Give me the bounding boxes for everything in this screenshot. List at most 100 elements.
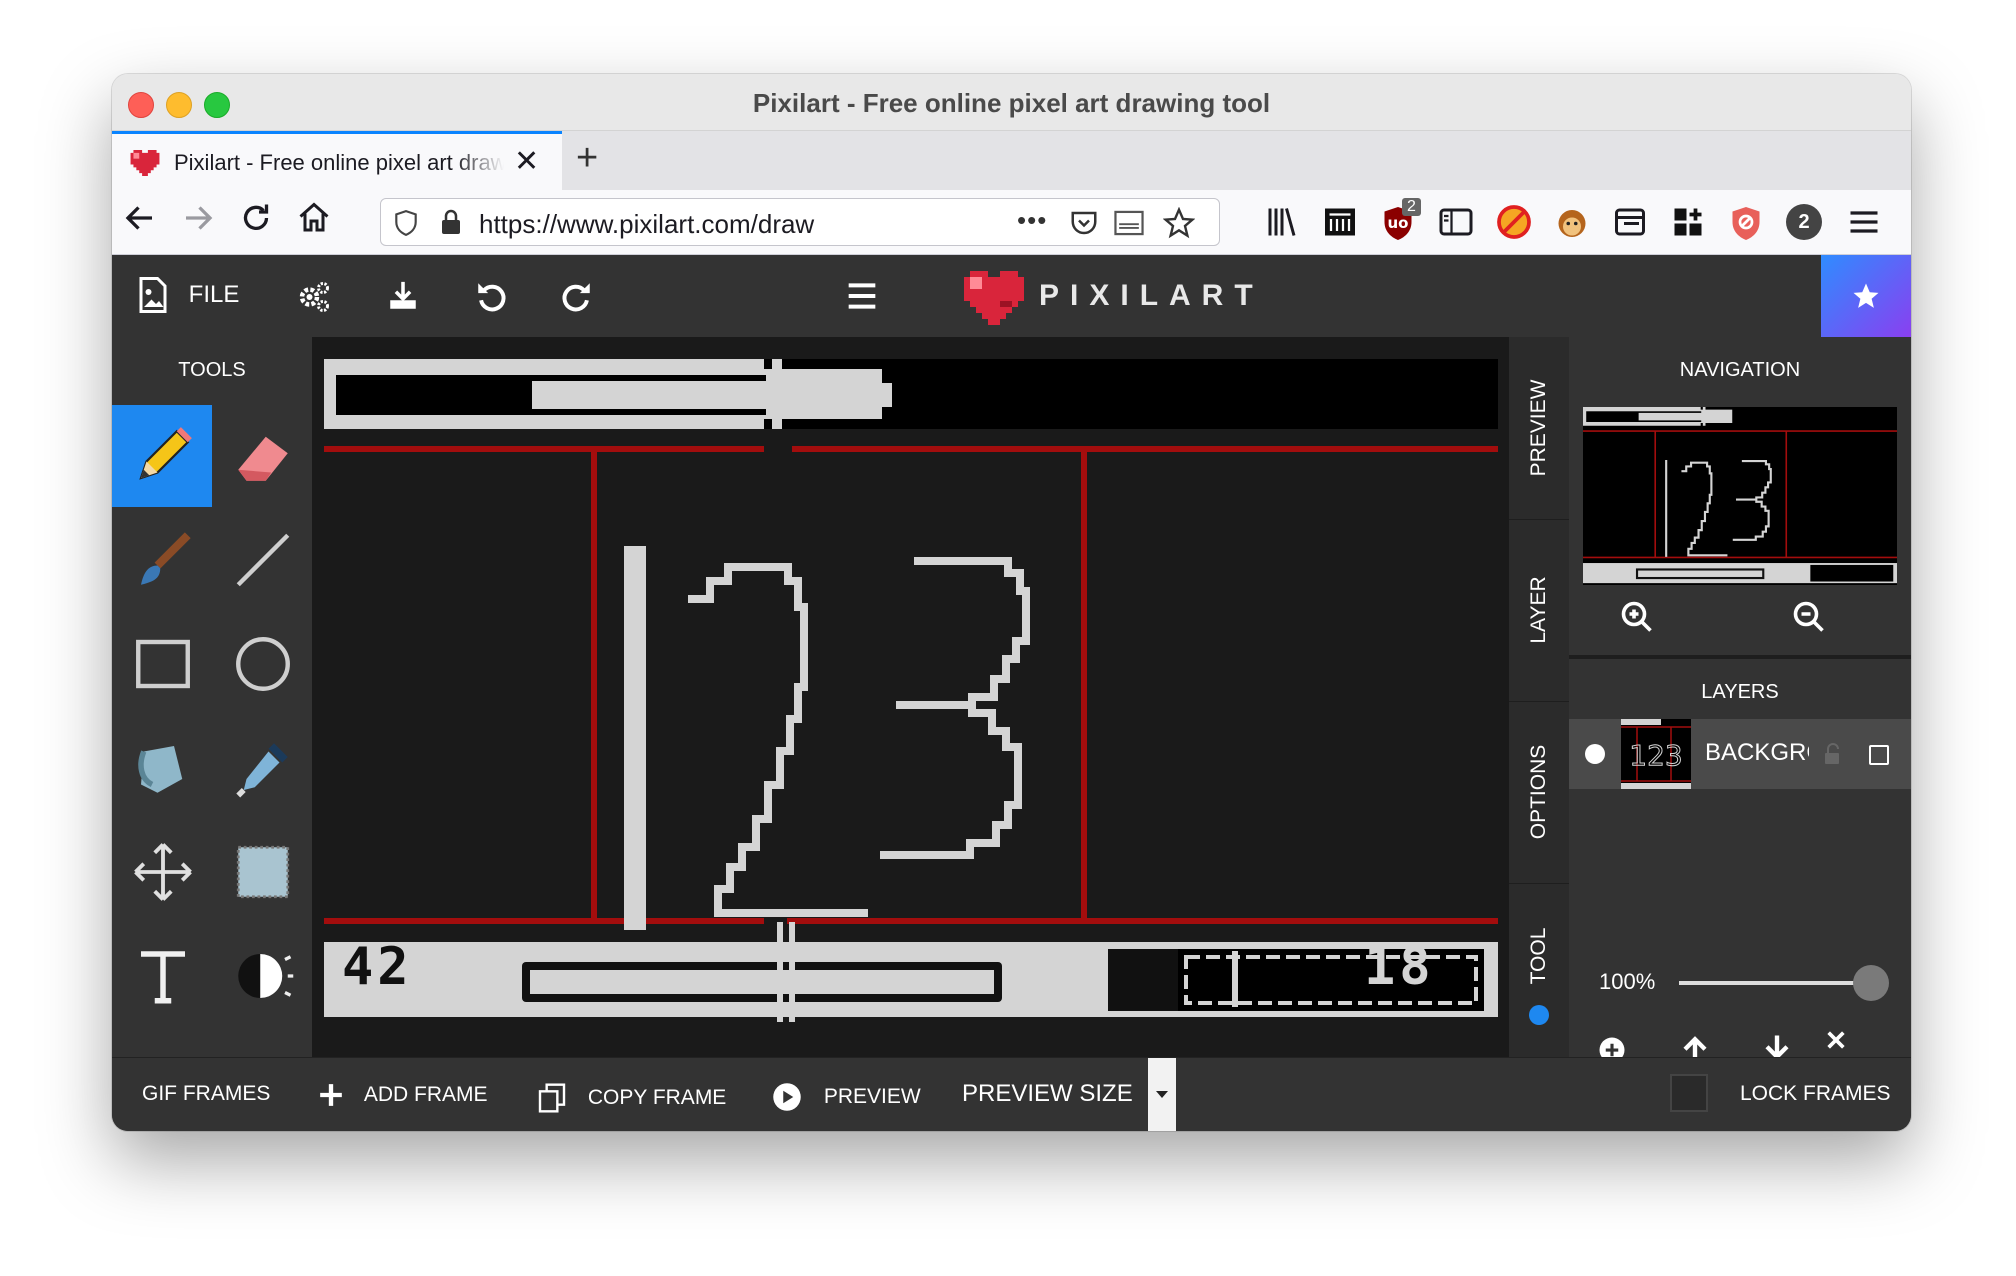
layer-lock-icon[interactable] [1823, 743, 1843, 765]
right-panel: NAVIGATION LAYERS 123 BACKGR 100% [1569, 337, 1911, 1063]
tab-manager-icon[interactable] [1612, 204, 1648, 240]
tools-panel: TOOLS [112, 337, 312, 1057]
ellipse-icon [236, 637, 290, 691]
library-icon[interactable] [1264, 204, 1300, 240]
url-bar[interactable]: https://www.pixilart.com/draw ••• [380, 198, 1220, 246]
title-bar: Pixilart - Free online pixel art drawing… [112, 74, 1911, 131]
preview-size-dropdown[interactable] [1148, 1058, 1176, 1131]
pixel-canvas[interactable] [312, 337, 1513, 1057]
lighten-tool[interactable] [212, 925, 312, 1027]
lock-icon[interactable] [439, 208, 463, 236]
hamburger-menu-icon[interactable] [846, 281, 878, 311]
eraser-tool[interactable] [212, 405, 312, 507]
layer-row-background[interactable]: 123 BACKGROUND [1569, 719, 1911, 789]
line-tool[interactable] [212, 509, 312, 611]
star-icon [1853, 283, 1879, 308]
add-frame-label: ADD FRAME [363, 1083, 488, 1106]
file-label: FILE [188, 281, 240, 308]
gif-frames-label[interactable]: GIF FRAMES [142, 1082, 270, 1106]
move-tool[interactable] [112, 821, 212, 923]
pencil-tool[interactable] [112, 405, 212, 507]
pixilart-favicon-icon [130, 150, 160, 176]
lighten-darken-icon [238, 954, 294, 998]
privacy-badger-icon[interactable] [1728, 204, 1764, 240]
tab-preview[interactable]: PREVIEW [1509, 337, 1569, 520]
navigation-toolbar: https://www.pixilart.com/draw ••• uo 2 2 [112, 190, 1911, 255]
undo-icon[interactable] [474, 279, 508, 313]
drawing-canvas[interactable]: 42 18 [312, 337, 1513, 1057]
navigation-preview[interactable] [1583, 407, 1897, 585]
tab-layer[interactable]: LAYER [1509, 519, 1569, 702]
file-menu-button[interactable]: FILE [138, 277, 239, 313]
settings-gears-icon[interactable] [296, 279, 332, 315]
zoom-level: 100% [1599, 969, 1656, 994]
tab-options[interactable]: OPTIONS [1509, 701, 1569, 884]
bookmark-star-icon[interactable] [1163, 207, 1195, 239]
ellipse-tool[interactable] [212, 613, 312, 715]
tab-tool[interactable]: TOOL [1509, 883, 1569, 1065]
frames-bar: GIF FRAMES ADD FRAME COPY FRAME PREVIEW … [112, 1057, 1911, 1131]
rectangle-tool[interactable] [112, 613, 212, 715]
lock-frames-checkbox[interactable] [1670, 1074, 1708, 1112]
lock-frames-label[interactable]: LOCK FRAMES [1740, 1082, 1891, 1106]
zoom-control: 100% [1569, 949, 1911, 1063]
zoom-in-icon[interactable] [1619, 599, 1655, 635]
new-tab-button[interactable]: + [576, 137, 598, 180]
extensions-grid-icon[interactable] [1670, 204, 1706, 240]
pencil-icon [139, 427, 192, 480]
reader-view-icon[interactable] [1113, 208, 1145, 238]
text-icon [141, 951, 185, 1004]
sidebar-icon[interactable] [1438, 204, 1474, 240]
select-tool[interactable] [212, 821, 312, 923]
download-icon[interactable] [386, 279, 420, 313]
brush-tool[interactable] [112, 509, 212, 611]
back-icon[interactable] [122, 200, 158, 245]
color-picker-tool[interactable] [212, 717, 312, 819]
selection-icon [236, 845, 290, 899]
layer-name[interactable]: BACKGROUND [1705, 739, 1809, 767]
navigation-title: NAVIGATION [1679, 359, 1801, 381]
play-icon [773, 1083, 801, 1111]
add-frame-button[interactable]: ADD FRAME [318, 1082, 488, 1108]
page-actions-icon[interactable]: ••• [1017, 205, 1047, 236]
tool-color-dot [1529, 1005, 1549, 1025]
archive-icon[interactable] [1322, 204, 1358, 240]
svg-text:123: 123 [1629, 739, 1682, 772]
copy-frame-label: COPY FRAME [587, 1086, 727, 1109]
copy-icon [538, 1083, 566, 1113]
pocket-icon[interactable] [1069, 208, 1099, 238]
move-arrows-icon [134, 843, 192, 901]
url-text: https://www.pixilart.com/draw [479, 209, 815, 239]
reload-icon[interactable] [238, 200, 274, 245]
account-badge-icon[interactable]: 2 [1786, 204, 1822, 240]
layer-visibility-icon[interactable] [1585, 744, 1605, 764]
preview-button[interactable]: PREVIEW [772, 1082, 921, 1112]
eraser-icon [238, 436, 288, 481]
redo-icon[interactable] [560, 279, 594, 313]
cookie-blocker-icon[interactable] [1496, 204, 1532, 240]
favorite-star-button[interactable] [1821, 255, 1911, 337]
text-tool[interactable] [112, 925, 212, 1027]
delete-layer-icon[interactable] [1825, 1029, 1847, 1051]
browser-tab[interactable]: Pixilart - Free online pixel art drawing… [112, 131, 562, 190]
tampermonkey-icon[interactable] [1554, 204, 1590, 240]
ublock-badge: 2 [1402, 198, 1421, 216]
forward-icon[interactable] [180, 200, 216, 245]
line-icon [236, 533, 290, 587]
fill-bucket-tool[interactable] [112, 717, 212, 819]
zoom-slider-knob[interactable] [1853, 965, 1889, 1001]
zoom-slider-track[interactable] [1679, 981, 1869, 985]
hud-right-number: 18 [1364, 937, 1435, 997]
file-image-icon [139, 277, 167, 313]
zoom-out-icon[interactable] [1791, 599, 1827, 635]
menu-icon[interactable] [1846, 204, 1882, 240]
home-icon[interactable] [296, 200, 332, 245]
tab-title: Pixilart - Free online pixel art drawing… [174, 150, 504, 175]
tools-title: TOOLS [178, 359, 246, 381]
tracking-shield-icon[interactable] [393, 209, 419, 237]
tab-close-icon[interactable]: ✕ [514, 144, 539, 179]
copy-frame-button[interactable]: COPY FRAME [536, 1082, 726, 1114]
preview-label: PREVIEW [823, 1085, 921, 1108]
svg-text:uo: uo [1388, 214, 1409, 232]
layer-checkbox[interactable] [1869, 745, 1889, 765]
